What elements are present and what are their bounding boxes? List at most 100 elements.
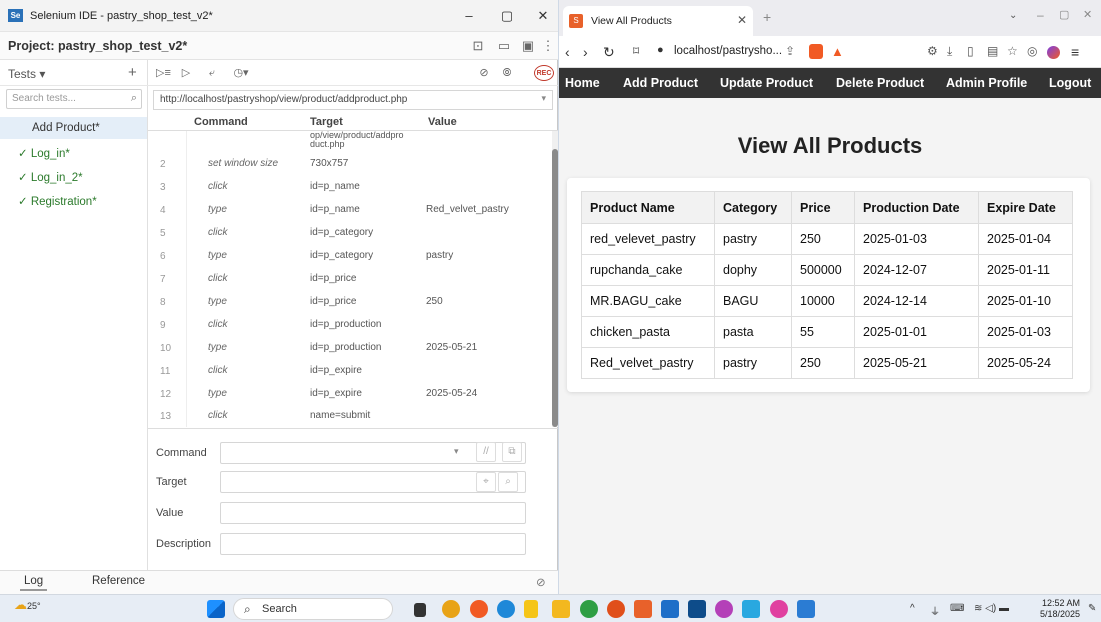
- table-row[interactable]: 2 set window size 730x757: [148, 153, 552, 175]
- tab-list-icon[interactable]: ⌄: [1009, 10, 1017, 21]
- table-row[interactable]: op/view/product/addpro duct.php: [148, 131, 552, 153]
- minimize-button[interactable]: –: [1037, 8, 1044, 22]
- tab-log[interactable]: Log: [20, 575, 48, 591]
- favorites-icon[interactable]: ☆: [1007, 44, 1018, 58]
- wallet-icon[interactable]: ▤: [987, 44, 998, 58]
- pause-on-exceptions-icon[interactable]: ⦾: [500, 65, 514, 81]
- table-row[interactable]: 13 click name=submit: [148, 405, 552, 427]
- clear-log-icon[interactable]: ⊘: [536, 575, 546, 589]
- toggle-comment-button[interactable]: //: [476, 442, 496, 462]
- minimize-button[interactable]: –: [456, 6, 482, 26]
- word-icon[interactable]: [797, 600, 815, 618]
- sublime-icon[interactable]: [634, 600, 652, 618]
- close-tab-icon[interactable]: ✕: [737, 13, 747, 27]
- close-window-button[interactable]: ✕: [1083, 8, 1092, 21]
- table-row[interactable]: 3 click id=p_name: [148, 176, 552, 198]
- close-button[interactable]: ✕: [530, 6, 556, 26]
- open-reference-icon[interactable]: ⧉: [502, 442, 522, 462]
- table-row[interactable]: 4 type id=p_name Red_velvet_pastry: [148, 199, 552, 221]
- show-hidden-icons[interactable]: ^: [910, 603, 915, 614]
- bookmark-icon[interactable]: ⌑: [633, 44, 639, 58]
- search-tests-input[interactable]: Search tests... ⌕: [6, 89, 142, 109]
- app-icon-3[interactable]: [770, 600, 788, 618]
- table-row[interactable]: 11 click id=p_expire: [148, 360, 552, 382]
- nav-delete-product[interactable]: Delete Product: [836, 76, 924, 90]
- task-view-icon[interactable]: [414, 603, 426, 617]
- site-info-icon[interactable]: ●: [657, 44, 664, 56]
- forward-icon[interactable]: ›: [583, 44, 588, 60]
- record-icon[interactable]: REC: [534, 65, 554, 81]
- more-options-icon[interactable]: ⋮: [538, 37, 558, 55]
- commands-scrollbar[interactable]: [552, 131, 558, 427]
- open-project-icon[interactable]: ▭: [494, 37, 514, 55]
- select-target-icon[interactable]: ⌖: [476, 472, 496, 492]
- back-icon[interactable]: ‹: [565, 44, 570, 60]
- leo-ai-icon[interactable]: [1047, 46, 1060, 59]
- description-field[interactable]: [220, 533, 526, 555]
- mysql-icon[interactable]: [688, 600, 706, 618]
- chrome-icon[interactable]: [607, 600, 625, 618]
- nav-home[interactable]: Home: [565, 76, 600, 90]
- disable-breakpoints-icon[interactable]: ⊘: [476, 65, 492, 81]
- step-over-icon[interactable]: ⤶: [204, 65, 220, 81]
- add-test-button[interactable]: +: [128, 64, 137, 81]
- sidebar-icon[interactable]: ▯: [967, 44, 974, 58]
- tab-view-all-products[interactable]: S View All Products ✕: [563, 6, 753, 36]
- nav-logout[interactable]: Logout: [1049, 76, 1091, 90]
- weather-widget[interactable]: ☁25°: [14, 597, 41, 613]
- table-row[interactable]: 9 click id=p_production: [148, 314, 552, 336]
- share-icon[interactable]: ⇪: [785, 44, 795, 58]
- brave-shield-icon[interactable]: [809, 44, 823, 59]
- table-row[interactable]: 10 type id=p_production 2025-05-21: [148, 337, 552, 359]
- edge-icon[interactable]: [497, 600, 515, 618]
- extensions-icon[interactable]: ⚙: [927, 44, 938, 58]
- file-explorer-icon[interactable]: [552, 600, 570, 618]
- run-test-icon[interactable]: ▷: [180, 65, 192, 81]
- find-target-icon[interactable]: ⌕: [498, 472, 518, 492]
- test-item-log-in[interactable]: ✓ Log_in*: [0, 143, 147, 165]
- brave-rewards-icon[interactable]: ▲: [831, 44, 844, 59]
- speed-icon[interactable]: ◷▾: [230, 65, 252, 81]
- value-field[interactable]: [220, 502, 526, 524]
- base-url-input[interactable]: http://localhost/pastryshop/view/product…: [153, 90, 553, 110]
- usb-icon[interactable]: ⏚: [930, 603, 940, 618]
- table-row[interactable]: 5 click id=p_category: [148, 222, 552, 244]
- start-icon[interactable]: [207, 600, 225, 618]
- keyboard-icon[interactable]: ⌨: [950, 603, 964, 614]
- new-tab-button[interactable]: +: [763, 9, 771, 25]
- tab-reference[interactable]: Reference: [92, 575, 145, 587]
- download-icon[interactable]: ⤓: [947, 44, 952, 59]
- new-project-icon[interactable]: ⊡: [468, 37, 488, 55]
- chevron-down-icon[interactable]: ▾: [454, 446, 459, 457]
- vscode-icon[interactable]: [661, 600, 679, 618]
- nav-update-product[interactable]: Update Product: [720, 76, 813, 90]
- chevron-down-icon[interactable]: ▾: [541, 93, 546, 104]
- notification-icon[interactable]: ✎: [1088, 603, 1096, 614]
- table-row[interactable]: 7 click id=p_price: [148, 268, 552, 290]
- test-item-add-product[interactable]: Add Product*: [0, 117, 147, 139]
- network-sound-battery-icons[interactable]: ≋ ◁) ▬: [974, 603, 1009, 614]
- taskbar-search[interactable]: ⌕ Search: [233, 598, 393, 620]
- reload-icon[interactable]: ↻: [603, 44, 615, 61]
- table-row[interactable]: 6 type id=p_category pastry: [148, 245, 552, 267]
- menu-icon[interactable]: ≡: [1071, 44, 1079, 60]
- nav-add-product[interactable]: Add Product: [623, 76, 698, 90]
- run-all-tests-icon[interactable]: ▷≡: [156, 65, 171, 81]
- vpn-icon[interactable]: ◎: [1027, 44, 1037, 58]
- tests-dropdown[interactable]: Tests ▾: [8, 67, 45, 81]
- project-name[interactable]: Project: pastry_shop_test_v2*: [8, 39, 187, 53]
- nav-admin-profile[interactable]: Admin Profile: [946, 76, 1027, 90]
- table-row[interactable]: 12 type id=p_expire 2025-05-24: [148, 383, 552, 405]
- scrollbar-thumb[interactable]: [552, 149, 558, 427]
- whatsapp-icon[interactable]: [580, 600, 598, 618]
- copilot-icon[interactable]: [442, 600, 460, 618]
- browser-icon[interactable]: [715, 600, 733, 618]
- maximize-button[interactable]: ▢: [494, 6, 520, 26]
- app-icon[interactable]: [524, 600, 538, 618]
- app-icon-2[interactable]: [742, 600, 760, 618]
- save-project-icon[interactable]: ▣: [518, 37, 538, 55]
- table-row[interactable]: 8 type id=p_price 250: [148, 291, 552, 313]
- test-item-registration[interactable]: ✓ Registration*: [0, 191, 147, 213]
- maximize-button[interactable]: ▢: [1059, 8, 1069, 21]
- firefox-icon[interactable]: [470, 600, 488, 618]
